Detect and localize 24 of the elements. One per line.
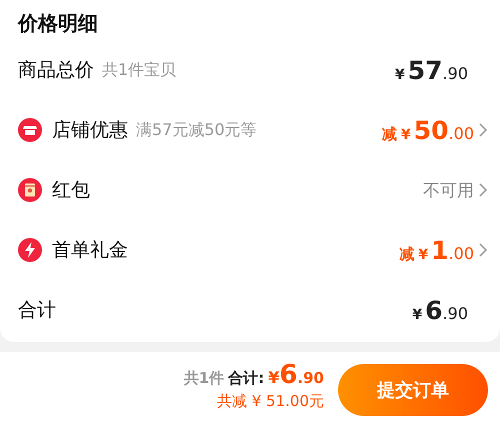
chevron-icon[interactable]	[478, 242, 488, 258]
price-value: ¥57.90	[395, 56, 468, 84]
row-label: 合计	[18, 298, 56, 323]
row-label: 红包	[52, 178, 90, 203]
lightning-icon	[18, 238, 42, 262]
price-value: 减 ¥1.00	[399, 236, 474, 264]
total-label: 合计:	[228, 369, 264, 388]
row-label: 店铺优惠	[52, 118, 128, 143]
price-value: 减 ¥50.00	[382, 116, 474, 144]
envelope-icon	[18, 178, 42, 202]
store-icon	[18, 118, 42, 142]
price-value: ¥6.90	[412, 296, 468, 324]
chevron-icon[interactable]	[478, 122, 488, 138]
row-label: 商品总价	[18, 58, 94, 83]
panel-title: 价格明细	[16, 10, 99, 37]
discount-total: 共减 ¥ 51.00元	[216, 392, 324, 411]
chevron-icon[interactable]	[478, 182, 488, 198]
row-label: 首单礼金	[52, 238, 128, 263]
row-note: 共1件宝贝	[102, 60, 176, 80]
row-note: 满57元减50元等	[136, 120, 257, 140]
submit-order-button[interactable]: 提交订单	[338, 364, 488, 416]
item-count: 共1件	[184, 369, 224, 388]
status-text: 不可用	[423, 180, 474, 202]
total-price: ¥6.90	[268, 360, 324, 390]
